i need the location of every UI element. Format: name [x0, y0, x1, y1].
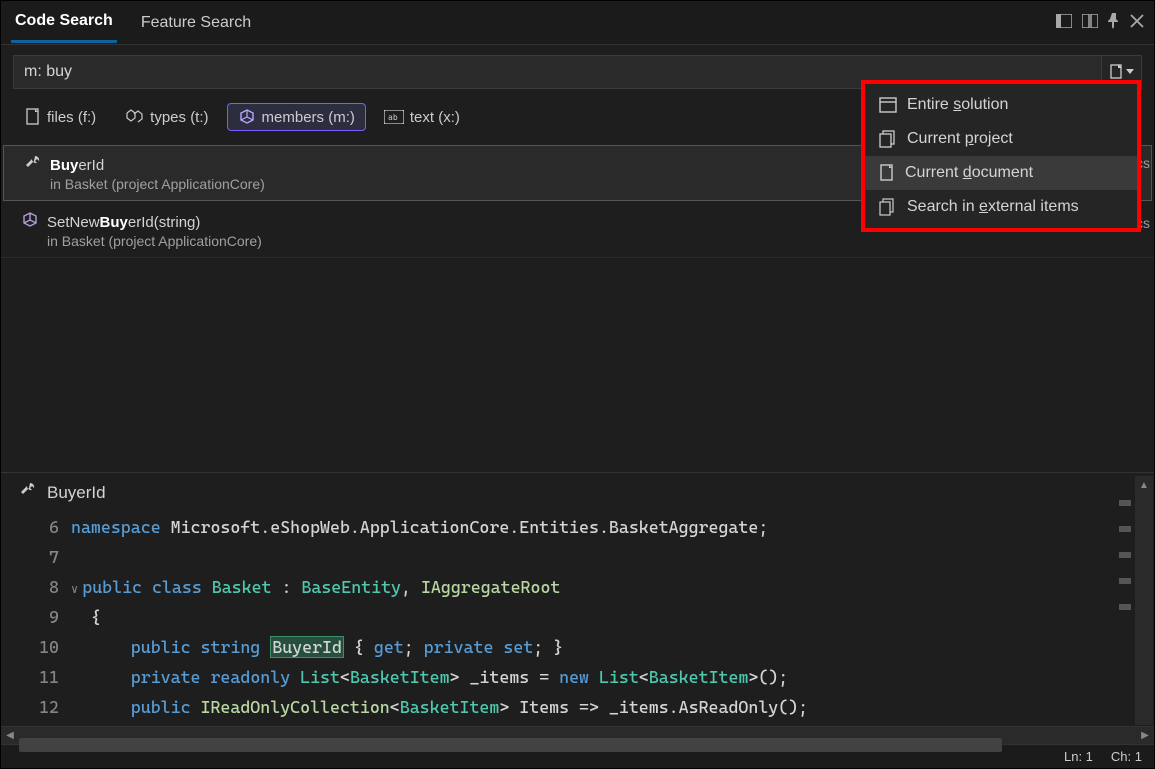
code-preview: 67891011121314 namespace Microsoft.eShop… — [1, 512, 1154, 726]
titlebar: Code Search Feature Search — [1, 1, 1154, 45]
code-lines[interactable]: namespace Microsoft.eShopWeb.Application… — [71, 512, 1154, 726]
preview-title: BuyerId — [47, 483, 106, 503]
result-subtitle: in Basket (project ApplicationCore) — [47, 233, 1134, 249]
scope-entire-solution[interactable]: Entire solution — [865, 88, 1137, 122]
horizontal-scrollbar[interactable]: ◀ ▶ — [1, 726, 1154, 744]
scroll-left-icon[interactable]: ◀ — [1, 727, 19, 745]
scope-current-project[interactable]: Current project — [865, 122, 1137, 156]
scope-current-document[interactable]: Current document — [865, 156, 1137, 190]
close-icon[interactable] — [1130, 14, 1144, 31]
preview-header: BuyerId — [1, 472, 1154, 512]
tab-code-search[interactable]: Code Search — [11, 2, 117, 43]
filter-text[interactable]: ab text (x:) — [374, 105, 470, 130]
pin-icon[interactable] — [1108, 13, 1120, 32]
result-title: BuyerId — [50, 157, 104, 174]
scroll-right-icon[interactable]: ▶ — [1136, 727, 1154, 745]
wrench-icon — [19, 481, 37, 504]
dock-split-icon[interactable] — [1082, 14, 1098, 31]
result-title: SetNewBuyerId(string) — [47, 214, 200, 231]
wrench-icon — [24, 154, 42, 176]
scroll-up-icon[interactable]: ▲ — [1135, 476, 1153, 494]
cube-icon — [21, 211, 39, 233]
status-line: Ln: 1 — [1064, 749, 1093, 764]
scope-external-items[interactable]: Search in external items — [865, 190, 1137, 224]
dock-left-icon[interactable] — [1056, 14, 1072, 31]
filter-files[interactable]: files (f:) — [15, 104, 106, 130]
results-empty-area — [1, 258, 1154, 472]
tab-feature-search[interactable]: Feature Search — [137, 4, 255, 42]
svg-text:ab: ab — [388, 113, 398, 122]
status-col: Ch: 1 — [1111, 749, 1142, 764]
line-gutter: 67891011121314 — [1, 512, 71, 726]
scope-menu: Entire solution Current project Current … — [861, 80, 1141, 232]
filter-types[interactable]: types (t:) — [114, 104, 218, 130]
filter-members[interactable]: members (m:) — [227, 103, 366, 131]
vertical-scrollbar[interactable]: ▲ — [1135, 476, 1153, 725]
minimap-markers — [1119, 500, 1133, 630]
